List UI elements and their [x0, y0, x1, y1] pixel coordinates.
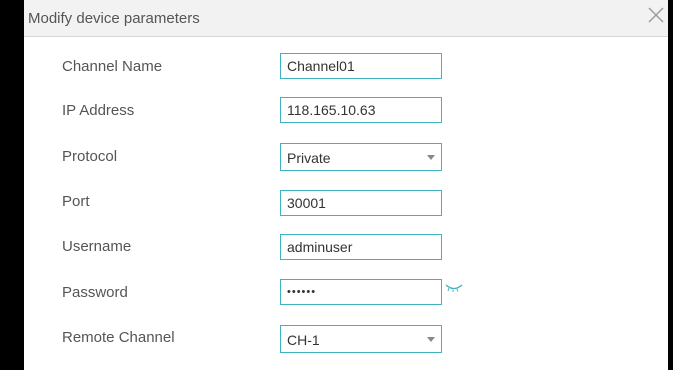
password-label: Password — [62, 284, 128, 301]
port-input[interactable] — [280, 190, 442, 216]
dialog-title: Modify device parameters — [28, 10, 200, 27]
eye-closed-icon[interactable] — [444, 282, 464, 294]
password-input[interactable] — [280, 279, 442, 305]
username-input[interactable] — [280, 234, 442, 260]
dialog-title-bar: Modify device parameters — [24, 0, 668, 37]
close-icon[interactable] — [644, 3, 668, 27]
channel-name-input[interactable] — [280, 53, 442, 79]
chevron-down-icon — [427, 155, 435, 160]
remote-channel-label: Remote Channel — [62, 329, 175, 346]
ip-address-input[interactable] — [280, 97, 442, 123]
dialog-right-edge — [668, 0, 673, 370]
protocol-label: Protocol — [62, 148, 118, 165]
channel-name-label: Channel Name — [62, 58, 163, 75]
ip-address-label: IP Address — [62, 102, 135, 119]
remote-channel-selected-value: CH-1 — [287, 332, 320, 348]
protocol-selected-value: Private — [287, 150, 331, 166]
dialog-left-edge — [0, 0, 24, 370]
protocol-select[interactable]: Private — [280, 143, 442, 171]
username-label: Username — [62, 238, 132, 255]
modify-device-dialog: Modify device parameters Channel Name IP… — [0, 0, 673, 370]
port-label: Port — [62, 193, 90, 210]
remote-channel-select[interactable]: CH-1 — [280, 325, 442, 353]
chevron-down-icon — [427, 337, 435, 342]
